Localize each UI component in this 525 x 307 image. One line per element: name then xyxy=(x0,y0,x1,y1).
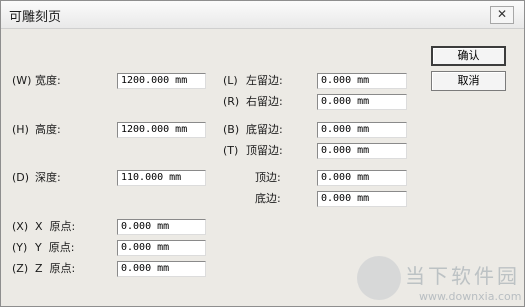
right-margin-key: (R) xyxy=(223,95,240,108)
ok-button[interactable]: 确认 xyxy=(431,46,506,66)
x-origin-label: X 原点: xyxy=(35,220,76,233)
bottom-edge-input[interactable]: 0.000 mm xyxy=(317,191,407,207)
z-origin-input[interactable]: 0.000 mm xyxy=(117,261,206,277)
dialog-title: 可雕刻页 xyxy=(9,10,62,25)
right-margin-input[interactable]: 0.000 mm xyxy=(317,94,407,110)
engrave-page-dialog: 可雕刻页 ✕ 确认 取消 (W) 宽度: 1200.000 mm (H) 高度:… xyxy=(0,0,525,307)
top-margin-key: (T) xyxy=(223,144,239,157)
x-origin-input[interactable]: 0.000 mm xyxy=(117,219,206,235)
top-edge-label: 顶边: xyxy=(255,171,281,184)
bottom-margin-key: (B) xyxy=(223,123,240,136)
top-margin-input[interactable]: 0.000 mm xyxy=(317,143,407,159)
z-origin-key: (Z) xyxy=(12,262,29,275)
x-origin-key: (X) xyxy=(12,220,29,233)
y-origin-input[interactable]: 0.000 mm xyxy=(117,240,206,256)
depth-label: 深度: xyxy=(35,171,61,184)
width-label: 宽度: xyxy=(35,74,61,87)
cancel-button[interactable]: 取消 xyxy=(431,71,506,91)
y-origin-label: Y 原点: xyxy=(35,241,75,254)
watermark-url: www.downxia.com xyxy=(419,290,522,303)
title-bar: 可雕刻页 ✕ xyxy=(1,1,524,29)
top-margin-label: 顶留边: xyxy=(246,144,283,157)
left-margin-label: 左留边: xyxy=(246,74,283,87)
z-origin-label: Z 原点: xyxy=(35,262,76,275)
y-origin-key: (Y) xyxy=(12,241,28,254)
depth-input[interactable]: 110.000 mm xyxy=(117,170,206,186)
width-key: (W) xyxy=(12,74,32,87)
watermark-logo-icon xyxy=(357,256,401,300)
bottom-edge-label: 底边: xyxy=(255,192,281,205)
height-input[interactable]: 1200.000 mm xyxy=(117,122,206,138)
watermark-brand: 当下软件园 xyxy=(405,264,520,288)
close-button[interactable]: ✕ xyxy=(490,6,514,24)
right-margin-label: 右留边: xyxy=(246,95,283,108)
left-margin-input[interactable]: 0.000 mm xyxy=(317,73,407,89)
top-edge-input[interactable]: 0.000 mm xyxy=(317,170,407,186)
height-key: (H) xyxy=(12,123,29,136)
left-margin-key: (L) xyxy=(223,74,238,87)
depth-key: (D) xyxy=(12,171,30,184)
height-label: 高度: xyxy=(35,123,61,136)
width-input[interactable]: 1200.000 mm xyxy=(117,73,206,89)
bottom-margin-label: 底留边: xyxy=(246,123,283,136)
bottom-margin-input[interactable]: 0.000 mm xyxy=(317,122,407,138)
